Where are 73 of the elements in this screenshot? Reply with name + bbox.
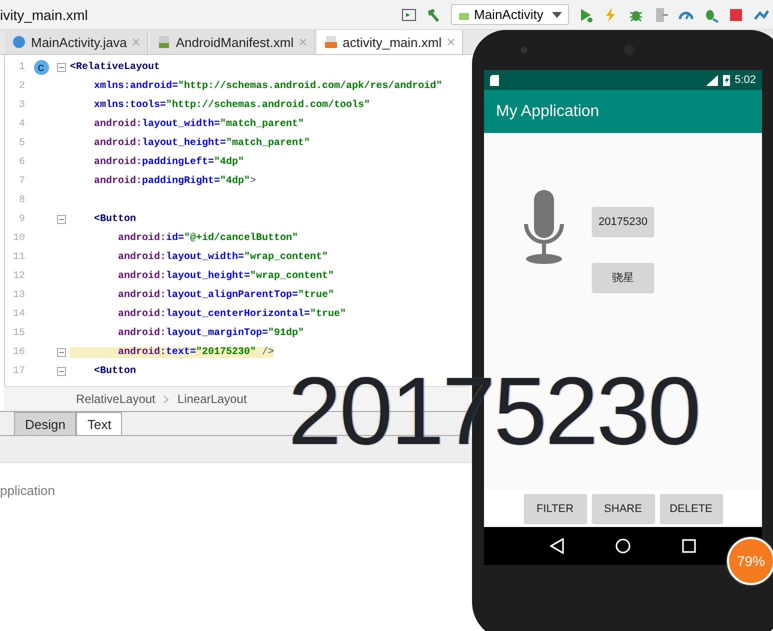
- code-line: <Button: [93, 214, 136, 225]
- line-number: 15: [12, 328, 25, 339]
- code-line: android:layout_alignParentTop="true": [117, 290, 334, 301]
- action-button[interactable]: SHARE: [592, 494, 654, 523]
- line-number: 10: [12, 233, 25, 244]
- code-line: android:layout_centerHorizontal="true": [117, 309, 346, 320]
- view-tab[interactable]: Text: [76, 412, 122, 435]
- signal-icon: [704, 74, 718, 86]
- project-label: pplication: [0, 483, 55, 498]
- line-number: 6: [18, 157, 25, 168]
- code-line: xmlns:android="http://schemas.android.com/apk/res/android": [93, 81, 442, 92]
- code-line: android:id="@+id/cancelButton": [117, 233, 298, 244]
- window-icon[interactable]: [401, 6, 417, 22]
- file-icon: [324, 35, 338, 49]
- code-line: android:paddingLeft="4dp": [93, 157, 244, 168]
- line-number: 12: [12, 271, 25, 282]
- editor-tab[interactable]: MainActivity.java: [5, 30, 148, 54]
- code-line: android:layout_marginTop="91dp": [117, 328, 304, 339]
- line-number: 5: [18, 138, 25, 149]
- line-number: 11: [12, 252, 25, 263]
- editor-tab[interactable]: activity_main.xml: [316, 30, 463, 54]
- fold-icon[interactable]: [57, 348, 66, 357]
- app-button[interactable]: 20175230: [592, 207, 654, 236]
- line-number: 7: [18, 176, 25, 187]
- editor-tab[interactable]: AndroidManifest.xml: [150, 30, 315, 54]
- chevron-icon: [163, 394, 170, 404]
- line-number: 2: [18, 81, 25, 92]
- fold-icon[interactable]: [57, 367, 66, 376]
- back-icon[interactable]: [550, 538, 564, 554]
- action-button[interactable]: DELETE: [660, 494, 722, 523]
- fold-icon[interactable]: [57, 215, 66, 224]
- app-button[interactable]: 骁星: [592, 263, 654, 292]
- code-line: android:paddingRight="4dp">: [93, 176, 256, 187]
- breadcrumb-item[interactable]: LinearLayout: [177, 392, 247, 406]
- recents-icon[interactable]: [682, 539, 696, 553]
- file-icon: [12, 35, 26, 49]
- fold-icon[interactable]: [57, 63, 66, 72]
- close-icon[interactable]: [298, 38, 307, 46]
- play-icon[interactable]: [578, 6, 594, 22]
- code-line: xmlns:tools="http://schemas.android.com/tools": [93, 100, 370, 111]
- line-number: 3: [18, 100, 25, 111]
- run-configuration-dropdown[interactable]: MainActivity: [451, 4, 569, 25]
- line-number: 9: [18, 214, 25, 225]
- battery-icon: [722, 74, 730, 86]
- line-number: 4: [18, 119, 25, 130]
- code-line: android:layout_width="match_parent": [93, 119, 304, 130]
- code-line: android:layout_width="wrap_content": [117, 252, 328, 263]
- code-line: android:layout_height="match_parent": [93, 138, 310, 149]
- close-icon[interactable]: [446, 38, 455, 46]
- line-number: 13: [12, 290, 25, 301]
- app-title: My Application: [496, 102, 600, 120]
- class-badge: C: [34, 60, 48, 75]
- line-number: 8: [18, 195, 25, 206]
- hammer-icon[interactable]: [426, 6, 442, 22]
- code-line: android:layout_height="wrap_content": [117, 271, 334, 282]
- action-button[interactable]: FILTER: [524, 494, 586, 523]
- status-time: 5:02: [734, 74, 756, 86]
- window-title: ivity_main.xml: [0, 6, 88, 22]
- caret-icon: [552, 12, 562, 18]
- home-icon[interactable]: [614, 538, 631, 554]
- line-number: 16: [12, 347, 25, 358]
- line-number: 1: [18, 62, 25, 73]
- code-line: <Button: [93, 366, 136, 377]
- file-icon: [156, 35, 171, 49]
- stop-icon[interactable]: [728, 6, 744, 22]
- breadcrumb-item[interactable]: RelativeLayout: [76, 392, 156, 406]
- view-tab[interactable]: Design: [14, 412, 76, 435]
- line-number: 17: [12, 366, 25, 377]
- close-icon[interactable]: [132, 38, 140, 46]
- sd-card-icon: [490, 74, 499, 86]
- code-line: <RelativeLayout: [70, 62, 160, 73]
- device-icon[interactable]: [653, 6, 669, 22]
- line-number: 14: [12, 309, 25, 320]
